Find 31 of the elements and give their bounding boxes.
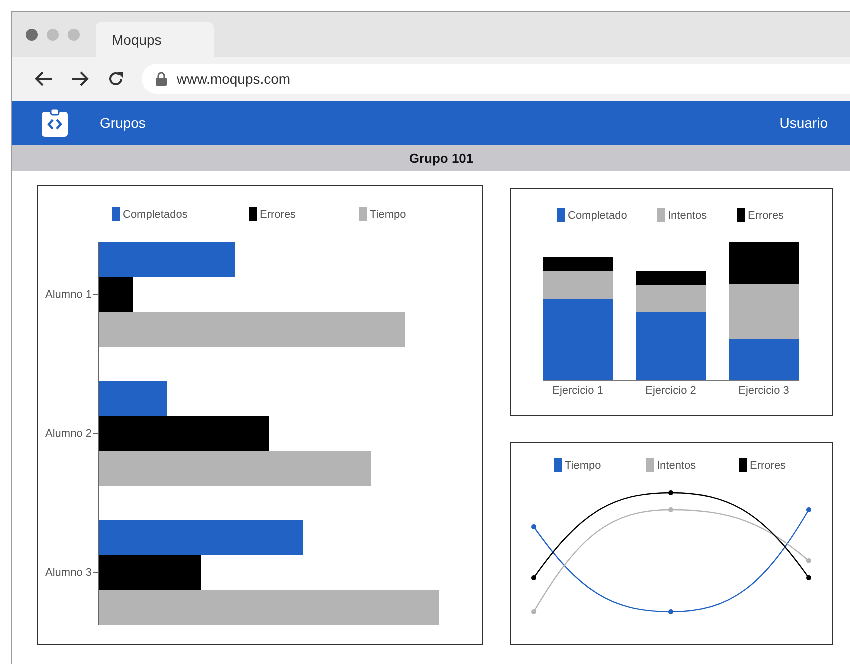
category-label: Ejercicio 3 (738, 385, 790, 397)
legend-label: Tiempo (565, 460, 602, 472)
back-icon[interactable] (35, 71, 53, 87)
window-control-dot[interactable] (26, 28, 38, 40)
logo-icon[interactable] (42, 109, 68, 137)
legend-label: Completado (568, 210, 628, 222)
legend-label: Errores (748, 210, 784, 222)
category-label: Ejercicio 1 (552, 385, 604, 397)
forward-icon[interactable] (71, 71, 89, 87)
legend-label: Errores (260, 209, 296, 221)
category-label: Alumno 2 (46, 428, 92, 440)
address-bar[interactable]: www.moqups.com (142, 64, 850, 94)
chart-bar (729, 242, 799, 284)
category-label: Alumno 3 (46, 567, 92, 579)
group-title: Grupo 101 (409, 150, 474, 166)
nav-link[interactable]: Grupos (100, 115, 146, 131)
legend-label: Errores (750, 460, 786, 472)
legend-label: Completados (123, 209, 188, 221)
legend-label: Intentos (657, 460, 696, 472)
window-control-dot[interactable] (68, 28, 80, 40)
user-menu-link[interactable]: Usuario (780, 115, 828, 131)
reload-icon[interactable] (108, 71, 124, 87)
category-label: Ejercicio 2 (646, 385, 696, 397)
chart-bar (729, 339, 799, 380)
legend-label: Intentos (668, 210, 708, 222)
window-control-dot[interactable] (47, 28, 59, 40)
category-label: Alumno 1 (46, 289, 92, 301)
chart-bar (729, 284, 799, 339)
lock-icon (156, 72, 167, 86)
legend-label: Tiempo (370, 209, 406, 221)
browser-tab[interactable]: Moqups (96, 22, 214, 57)
